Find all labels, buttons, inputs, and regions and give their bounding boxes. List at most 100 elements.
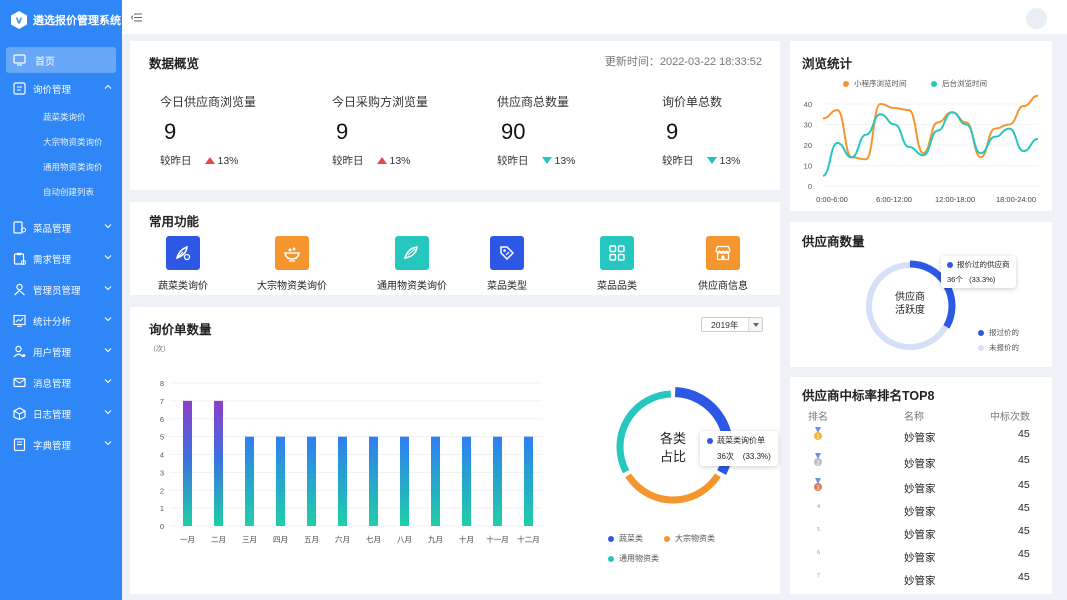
legend-dot <box>608 555 614 562</box>
y-tick-label: 2 <box>160 486 164 495</box>
rank-number: 7 <box>817 573 821 579</box>
tooltip-pct: (33.3%) <box>742 452 771 461</box>
grid-icon <box>600 236 634 270</box>
legend-dot <box>978 329 984 336</box>
function-label: 通用物资类询价 <box>377 281 447 292</box>
x-tick-label: 八月 <box>397 535 412 544</box>
function-bowl[interactable]: 大宗物资类询价 <box>242 236 342 292</box>
win-count: 45 <box>1018 454 1030 466</box>
bar[interactable] <box>431 436 440 526</box>
supplier-center-line1: 供应商 <box>895 292 925 303</box>
y-tick-label: 1 <box>160 504 164 513</box>
tooltip-dot <box>947 261 953 268</box>
bar[interactable] <box>307 436 316 526</box>
sidebar-item-admin[interactable]: 管理员管理 <box>0 274 122 305</box>
legend-dot <box>978 344 984 351</box>
function-store[interactable]: 供应商信息 <box>673 236 773 292</box>
donut-center-label: 各类 占比 <box>648 430 698 466</box>
x-tick-label: 12:00-18:00 <box>935 195 975 204</box>
function-vegetable[interactable]: 蔬菜类询价 <box>133 236 233 292</box>
table-row[interactable]: 4 妙管家 45 <box>790 501 1052 523</box>
y-tick-label: 0 <box>160 522 164 531</box>
legend-dot <box>843 80 849 87</box>
sidebar-subitem[interactable]: 蔬菜类询价 <box>0 104 122 129</box>
year-select[interactable]: 2019年 <box>701 317 763 332</box>
sidebar-item-book[interactable]: 字典管理 <box>0 429 122 460</box>
sidebar-item-user[interactable]: 用户管理 <box>0 336 122 367</box>
overview-title: 数据概览 <box>149 57 200 71</box>
donut-slice[interactable] <box>625 473 721 504</box>
stat-compare-label: 较昨日 <box>160 155 192 167</box>
bar[interactable] <box>245 436 254 526</box>
win-count: 45 <box>1018 525 1030 537</box>
donut-tooltip: 蔬菜类询价单 36次 (33.3%) <box>700 431 778 466</box>
brand: V 遴选报价管理系统 <box>0 0 122 40</box>
sidebar-item-clipboard[interactable]: 需求管理 <box>0 243 122 274</box>
store-icon <box>706 236 740 270</box>
stat-compare-value: 13% <box>217 154 239 167</box>
sidebar-item-label: 需求管理 <box>33 254 72 266</box>
stat-compare: 较昨日 13% <box>332 153 428 168</box>
function-label: 蔬菜类询价 <box>158 281 208 292</box>
update-time: 更新时间：2022-03-22 18:33:52 <box>604 56 762 68</box>
tooltip-value: 36次 <box>717 452 734 461</box>
function-tag[interactable]: 菜品类型 <box>457 236 557 292</box>
sidebar-item-label: 用户管理 <box>33 347 72 359</box>
collapse-menu-icon[interactable] <box>131 13 142 22</box>
table-row[interactable]: 6 妙管家 45 <box>790 547 1052 569</box>
monitor-icon <box>13 53 26 67</box>
sidebar-item-chart[interactable]: 统计分析 <box>0 305 122 336</box>
bar[interactable] <box>369 436 378 526</box>
supplier-name: 妙管家 <box>904 552 936 564</box>
x-tick-label: 七月 <box>366 535 381 544</box>
sidebar-item-cube[interactable]: 日志管理 <box>0 398 122 429</box>
sidebar-subitem[interactable]: 自动创建列表 <box>0 179 122 204</box>
bar[interactable] <box>338 436 347 526</box>
sidebar-item-label: 首页 <box>35 56 55 68</box>
win-count: 45 <box>1018 502 1030 514</box>
x-tick-label: 0:00-6:00 <box>816 195 848 204</box>
table-row[interactable]: 5 妙管家 45 <box>790 524 1052 546</box>
supplier-tooltip: 报价过的供应商 36个 (33.3%) <box>941 256 1016 288</box>
table-row[interactable]: 1 妙管家 45 <box>790 427 1052 449</box>
sidebar-item-home[interactable]: 首页 <box>6 47 116 73</box>
avatar[interactable] <box>1026 8 1047 29</box>
legend-label: 未报价的 <box>989 343 1019 352</box>
win-count: 45 <box>1018 548 1030 560</box>
bar[interactable] <box>276 436 285 526</box>
sidebar-item-message[interactable]: 询价管理 <box>0 73 122 104</box>
sidebar-subitem[interactable]: 通用物资类询价 <box>0 154 122 179</box>
bar[interactable] <box>462 436 471 526</box>
table-row[interactable]: 3 妙管家 45 <box>790 478 1052 500</box>
chevron-down-icon <box>104 408 112 416</box>
table-row[interactable]: 7 妙管家 45 <box>790 570 1052 592</box>
legend-dot <box>931 80 937 87</box>
sidebar-item-label: 询价管理 <box>33 84 72 96</box>
fish-icon <box>395 236 429 270</box>
bar[interactable] <box>524 436 533 526</box>
chart-icon <box>13 314 26 327</box>
x-tick-label: 十一月 <box>486 534 509 544</box>
chevron-down-icon <box>104 439 112 447</box>
rank-number: 6 <box>817 550 821 556</box>
table-row[interactable]: 2 妙管家 45 <box>790 453 1052 475</box>
bar[interactable] <box>214 400 223 526</box>
legend-item-backend: 后台浏览时间 <box>931 78 987 89</box>
bar[interactable] <box>400 436 409 526</box>
svg-text:3: 3 <box>816 485 820 491</box>
win-count: 45 <box>1018 571 1030 583</box>
bar[interactable] <box>183 400 192 526</box>
sidebar-subitem[interactable]: 大宗物资类询价 <box>0 129 122 154</box>
medal-gold-icon: 1 <box>813 427 823 441</box>
stat-block: 今日供应商浏览量 9 较昨日 13% <box>160 93 256 168</box>
stat-label: 今日采购方浏览量 <box>332 95 429 109</box>
legend-label: 通用物资类 <box>619 554 659 563</box>
sidebar-item-dish[interactable]: 菜品管理 <box>0 212 122 243</box>
stat-compare-value: 13% <box>554 154 576 167</box>
function-grid[interactable]: 菜品品类 <box>567 236 667 292</box>
x-tick-label: 五月 <box>304 535 319 544</box>
bar[interactable] <box>493 436 502 526</box>
sidebar-item-mail[interactable]: 消息管理 <box>0 367 122 398</box>
function-fish[interactable]: 通用物资类询价 <box>362 236 462 292</box>
